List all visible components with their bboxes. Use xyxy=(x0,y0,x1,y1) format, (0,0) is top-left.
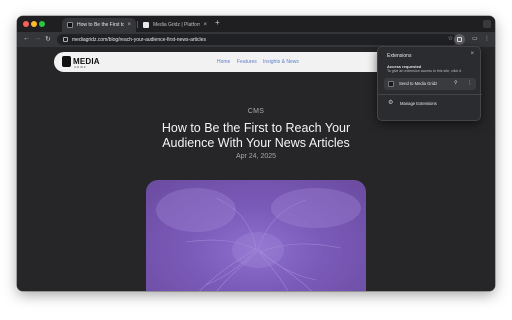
favicon-icon xyxy=(67,22,73,28)
tab-title: How to Be the First to Reach Your Audien… xyxy=(77,22,125,28)
site-navbar: MEDIA GRIDZ Home Features Insights & New… xyxy=(54,52,404,72)
window-minimize-button[interactable] xyxy=(31,21,37,27)
extensions-popup: Extensions × Access requested To give an… xyxy=(377,46,482,121)
hero-image-art xyxy=(156,188,361,291)
favicon-icon xyxy=(143,22,149,28)
logo-mark-icon xyxy=(62,56,71,67)
tab-close-icon[interactable]: × xyxy=(127,22,131,28)
tab-strip: How to Be the First to Reach Your Audien… xyxy=(17,16,495,32)
pin-icon[interactable]: ⚲ xyxy=(454,80,458,86)
article-date: Apr 24, 2025 xyxy=(235,153,277,160)
window-close-button[interactable] xyxy=(23,21,29,27)
popup-close-icon[interactable]: × xyxy=(470,51,474,57)
extension-icon xyxy=(388,81,394,87)
reload-icon[interactable]: ↻ xyxy=(45,35,51,43)
tab-title: Media Gridz | Platform xyxy=(153,22,201,28)
window-maximize-button[interactable] xyxy=(39,21,45,27)
extension-item[interactable]: Send to Media Gridz ⚲ ⋮ xyxy=(384,78,476,90)
sidebar-icon[interactable]: ▭ xyxy=(472,35,478,42)
hero-image xyxy=(146,180,366,291)
browser-window: How to Be the First to Reach Your Audien… xyxy=(17,16,495,291)
logo-subtext: GRIDZ xyxy=(74,65,87,69)
extensions-puzzle-icon[interactable] xyxy=(454,34,465,45)
nav-link-home[interactable]: Home xyxy=(217,59,230,65)
star-icon[interactable]: ☆ xyxy=(448,35,453,42)
article-title: How to Be the First to Reach Your Audien… xyxy=(161,121,351,150)
tab-platform[interactable]: Media Gridz | Platform × xyxy=(138,18,212,32)
popup-title: Extensions xyxy=(387,53,412,59)
site-info-icon[interactable] xyxy=(63,37,68,42)
forward-icon[interactable]: → xyxy=(34,35,41,42)
nav-link-features[interactable]: Features xyxy=(237,59,257,65)
browser-toolbar: ← → ↻ mediagridz.com/blog/reach-your-aud… xyxy=(17,32,495,47)
tab-article[interactable]: How to Be the First to Reach Your Audien… xyxy=(62,18,136,32)
url-text[interactable]: mediagridz.com/blog/reach-your-audience-… xyxy=(72,37,206,43)
popup-divider xyxy=(378,94,482,95)
address-bar[interactable]: mediagridz.com/blog/reach-your-audience-… xyxy=(57,34,457,45)
new-tab-icon[interactable]: + xyxy=(215,18,220,27)
back-icon[interactable]: ← xyxy=(23,35,30,42)
gear-icon: ⚙ xyxy=(388,100,394,106)
nav-link-insights[interactable]: Insights & News xyxy=(263,59,299,65)
menu-kebab-icon[interactable]: ⋮ xyxy=(484,35,490,42)
tab-search-icon[interactable] xyxy=(483,20,491,28)
access-description: To give an extension access to this site… xyxy=(387,69,462,73)
manage-extensions-link[interactable]: Manage Extensions xyxy=(400,101,437,106)
tab-close-icon[interactable]: × xyxy=(203,22,207,28)
extension-menu-icon[interactable]: ⋮ xyxy=(467,80,472,86)
extension-name[interactable]: Send to Media Gridz xyxy=(399,81,437,86)
